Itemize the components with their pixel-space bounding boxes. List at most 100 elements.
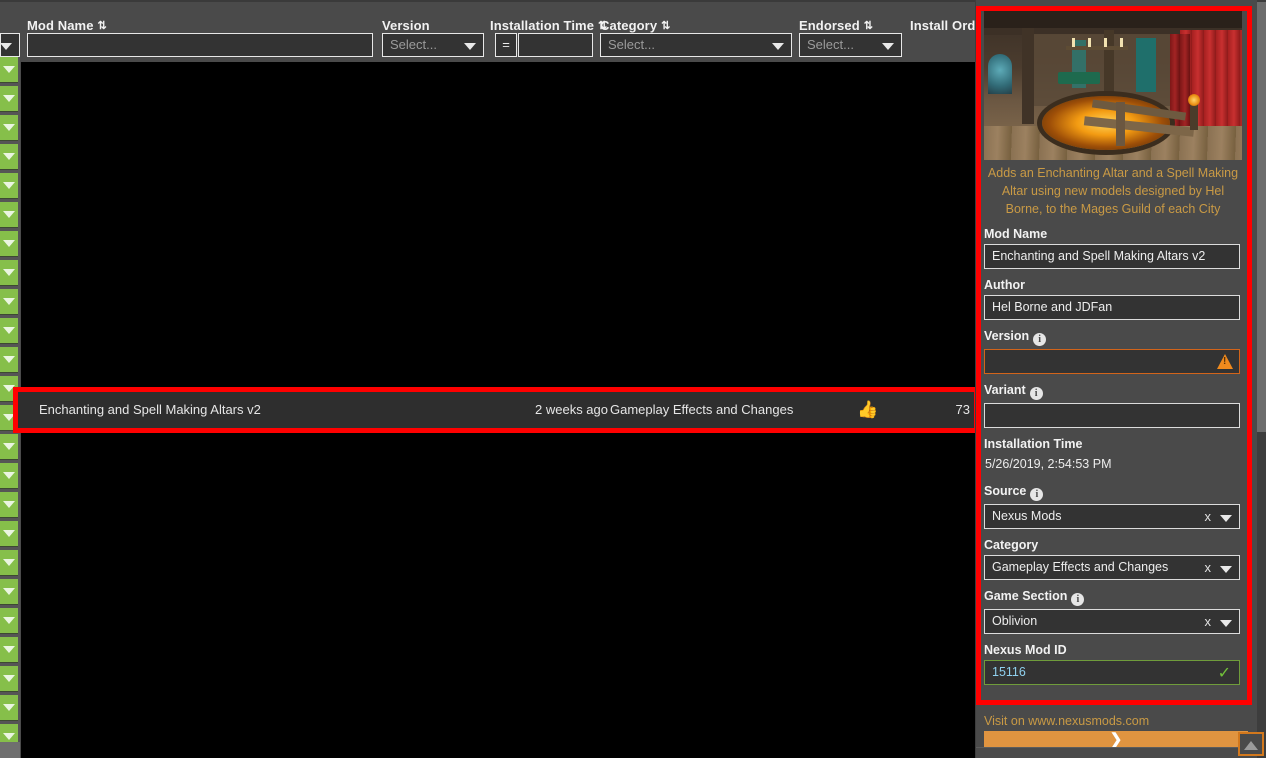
column-header-category[interactable]: Category ⇅ [600, 18, 670, 33]
table-row[interactable]: Enchanting and Spell Making Altars v2 2 … [18, 392, 974, 428]
mod-preview-image[interactable] [984, 10, 1242, 160]
column-header-version[interactable]: Version [382, 18, 430, 33]
row-gutter-cell[interactable] [0, 144, 18, 170]
chevron-down-icon [3, 646, 15, 653]
field-mod-name[interactable]: Enchanting and Spell Making Altars v2 [984, 244, 1240, 269]
row-gutter-cell[interactable] [0, 521, 18, 547]
row-gutter-cell[interactable] [0, 579, 18, 605]
chevron-down-icon [3, 501, 15, 508]
cell-install-order: 73 [955, 402, 970, 417]
info-icon[interactable]: i [1029, 387, 1043, 400]
chevron-down-icon [3, 733, 15, 740]
chevron-down-icon [3, 298, 15, 305]
field-variant[interactable] [984, 403, 1240, 428]
chevron-down-icon [3, 559, 15, 566]
row-gutter-cell[interactable] [0, 666, 18, 692]
filter-install-time-input[interactable] [518, 33, 593, 57]
info-icon[interactable]: i [1033, 333, 1047, 346]
chevron-right-icon: ❯ [1109, 731, 1123, 748]
row-gutter-cell[interactable] [0, 608, 18, 634]
field-nexus-mod-id[interactable]: 15116 ✓ [984, 660, 1240, 685]
clear-icon[interactable]: x [1205, 556, 1212, 579]
field-source-value: Nexus Mods [992, 509, 1062, 523]
warning-icon [1217, 354, 1233, 369]
row-gutter-cell[interactable] [0, 202, 18, 228]
row-gutter-cell[interactable] [0, 347, 18, 373]
filter-category-select[interactable]: Select... [600, 33, 792, 57]
chevron-down-icon [3, 153, 15, 160]
label-game-section: Game Section i [984, 589, 1250, 606]
chevron-down-icon [464, 43, 476, 50]
scroll-to-top-button[interactable] [1238, 732, 1264, 756]
filter-version-select[interactable]: Select... [382, 33, 484, 57]
chevron-down-icon [3, 182, 15, 189]
chevron-down-icon [3, 211, 15, 218]
row-gutter-cell[interactable] [0, 463, 18, 489]
row-gutter-cell[interactable] [0, 318, 18, 344]
field-author-value: Hel Borne and JDFan [992, 300, 1113, 314]
info-icon[interactable]: i [1071, 593, 1085, 606]
field-category-select[interactable]: Gameplay Effects and Changes x [984, 555, 1240, 580]
sort-icon: ⇅ [661, 20, 671, 32]
field-game-section-select[interactable]: Oblivion x [984, 609, 1240, 634]
chevron-down-icon [882, 43, 894, 50]
details-scrollbar-track[interactable] [1257, 0, 1266, 758]
cell-installation-time: 2 weeks ago [535, 402, 608, 417]
column-header-mod-name[interactable]: Mod Name ⇅ [27, 18, 107, 33]
filter-mod-name-input[interactable] [27, 33, 373, 57]
row-gutter-cell[interactable] [0, 86, 18, 112]
field-source-select[interactable]: Nexus Mods x [984, 504, 1240, 529]
filter-endorsed-select[interactable]: Select... [799, 33, 902, 57]
field-author[interactable]: Hel Borne and JDFan [984, 295, 1240, 320]
row-gutter-cell[interactable] [0, 260, 18, 286]
row-gutter-cell[interactable] [0, 637, 18, 663]
row-gutter-cell[interactable] [0, 550, 18, 576]
expand-details-button[interactable]: ❯ [984, 731, 1248, 748]
row-gutter-cell[interactable] [0, 492, 18, 518]
chevron-down-icon[interactable] [1220, 514, 1232, 522]
check-icon: ✓ [1217, 665, 1231, 682]
chevron-down-icon [3, 443, 15, 450]
filter-install-time-operator[interactable]: = [495, 33, 517, 57]
select-all-dropdown[interactable] [0, 33, 20, 57]
column-header-installation-time[interactable]: Installation Time ⇅ [490, 18, 607, 33]
chevron-down-icon [3, 617, 15, 624]
table-header: Mod Name ⇅ Version Select... Installation… [0, 0, 988, 62]
label-mod-name: Mod Name [984, 227, 1048, 241]
label-nexus-mod-id: Nexus Mod ID [984, 643, 1067, 657]
row-gutter-cell[interactable] [0, 173, 18, 199]
chevron-down-icon [3, 124, 15, 131]
row-gutter-cell[interactable] [0, 289, 18, 315]
column-header-label: Category [600, 18, 658, 33]
clear-icon[interactable]: x [1205, 610, 1212, 633]
row-gutter-cell[interactable] [0, 434, 18, 460]
visit-nexusmods-link[interactable]: Visit on www.nexusmods.com [984, 713, 1149, 729]
column-header-label: Installation Time [490, 18, 595, 33]
details-scroll-container[interactable]: Adds an Enchanting Altar and a Spell Mak… [976, 0, 1258, 758]
row-gutter-cell[interactable] [0, 115, 18, 141]
field-nexus-mod-id-value: 15116 [992, 665, 1026, 679]
chevron-down-icon[interactable] [1220, 565, 1232, 573]
label-source: Source i [984, 484, 1250, 501]
panel-divider [976, 747, 1258, 748]
chevron-down-icon [3, 472, 15, 479]
chevron-down-icon [3, 240, 15, 247]
cell-mod-name: Enchanting and Spell Making Altars v2 [39, 402, 261, 417]
cell-category: Gameplay Effects and Changes [610, 402, 794, 417]
field-mod-name-value: Enchanting and Spell Making Altars v2 [992, 249, 1206, 263]
chevron-down-icon[interactable] [1220, 619, 1232, 627]
chevron-down-icon [3, 704, 15, 711]
field-version[interactable] [984, 349, 1240, 374]
thumbs-up-icon[interactable]: 👍 [838, 392, 898, 428]
info-icon[interactable]: i [1030, 488, 1044, 501]
filter-endorsed-placeholder: Select... [807, 37, 854, 52]
chevron-down-icon [1, 43, 12, 50]
details-scrollbar-thumb[interactable] [1257, 2, 1266, 432]
clear-icon[interactable]: x [1205, 505, 1212, 528]
row-gutter-cell[interactable] [0, 231, 18, 257]
row-gutter-cell[interactable] [0, 695, 18, 721]
row-gutter-cell[interactable] [0, 57, 18, 83]
field-installation-time-value: 5/26/2019, 2:54:53 PM [985, 457, 1112, 471]
label-variant: Variant i [984, 383, 1250, 400]
column-header-endorsed[interactable]: Endorsed ⇅ [799, 18, 873, 33]
